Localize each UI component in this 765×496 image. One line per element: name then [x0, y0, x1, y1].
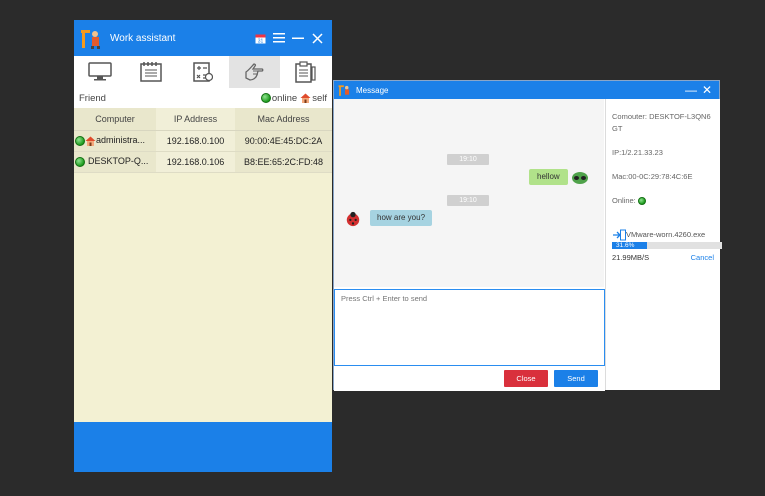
notepad-icon — [140, 62, 163, 82]
file-progress-bar: 31.6% — [612, 242, 722, 249]
online-label: online — [271, 92, 298, 104]
menu-icon[interactable] — [270, 29, 288, 47]
online-icon — [637, 197, 646, 206]
cancel-link[interactable]: Cancel — [691, 252, 714, 264]
mac-cell: 90:00:4E:45:DC:2A — [235, 130, 332, 152]
progress-fill: 31.6% — [612, 242, 647, 249]
window-title: Work assistant — [110, 32, 176, 44]
house-icon — [85, 136, 96, 146]
computer-name: DESKTOP-Q... — [88, 156, 149, 167]
house-icon — [300, 93, 311, 103]
table-row[interactable]: administra... 192.168.0.100 90:00:4E:45:… — [74, 130, 332, 152]
svg-text:31: 31 — [257, 38, 263, 44]
app-logo-icon — [81, 30, 100, 49]
self-label: self — [312, 92, 327, 104]
minimize-icon[interactable]: — — [683, 83, 699, 97]
calculator-icon — [193, 62, 213, 82]
clipboard-icon — [295, 61, 316, 83]
tool-monitor[interactable] — [74, 56, 126, 88]
ip-info: IP:1/2.21.33.23 — [612, 148, 663, 157]
hand-icon — [244, 63, 263, 81]
table-row[interactable]: DESKTOP-Q... 192.168.0.106 B8:EE:65:2C:F… — [74, 151, 332, 173]
tool-bar — [74, 56, 332, 88]
tool-hand[interactable] — [228, 56, 281, 88]
tool-calculator[interactable] — [177, 56, 229, 88]
ip-cell: 192.168.0.106 — [156, 151, 235, 173]
message-title-bar[interactable]: Message — ✕ — [334, 81, 719, 99]
online-icon — [75, 156, 85, 167]
online-info-label: Online: — [612, 196, 636, 205]
minimize-icon[interactable] — [289, 29, 307, 47]
friend-label: Friend — [79, 92, 106, 104]
mac-info: Mac:00-0C:29:78:4C:6E — [612, 172, 693, 181]
message-window: Message — ✕ 19:10 hellow 19:10 how are y… — [333, 80, 722, 391]
friend-bar: Friend online self — [74, 88, 332, 108]
alien-avatar-icon — [572, 172, 588, 184]
mac-cell: B8:EE:65:2C:FD:48 — [235, 151, 332, 173]
friend-table: Computer IP Address Mac Address administ… — [74, 108, 332, 173]
close-icon[interactable] — [308, 29, 326, 47]
online-icon — [75, 135, 85, 146]
column-computer[interactable]: Computer — [74, 108, 156, 131]
online-icon — [260, 93, 271, 103]
transfer-speed: 21.99MB/S — [612, 253, 650, 262]
button-bar: Close Send — [334, 367, 605, 391]
online-info: Online: — [612, 195, 714, 207]
table-header: Computer IP Address Mac Address — [74, 108, 332, 131]
tool-notepad[interactable] — [126, 56, 178, 88]
outgoing-message: hellow — [529, 169, 568, 185]
column-mac-address[interactable]: Mac Address — [235, 108, 332, 131]
file-transfer-icon — [613, 229, 626, 241]
computer-cell: administra... — [74, 130, 156, 152]
message-input-box[interactable] — [334, 289, 605, 366]
calendar-icon[interactable]: 31 — [251, 29, 269, 47]
file-name: VMware-worn.4260.exe — [626, 230, 706, 239]
file-transfer: VMware-worn.4260.exe 31.6% 21.99MB/S Can… — [612, 229, 722, 264]
ip-cell: 192.168.0.100 — [156, 130, 235, 152]
work-assistant-window: Work assistant 31 Friend online self Com… — [74, 20, 332, 472]
chat-area[interactable]: 19:10 hellow 19:10 how are you? — [334, 99, 604, 287]
info-panel: Comouter: DESKTOF-L3QN6GT IP:1/2.21.33.2… — [605, 99, 722, 390]
monitor-icon — [88, 62, 112, 81]
computer-name: administra... — [96, 135, 146, 146]
bottom-bar — [74, 422, 332, 472]
column-ip-address[interactable]: IP Address — [156, 108, 235, 131]
incoming-message: how are you? — [370, 210, 433, 226]
timestamp: 19:10 — [447, 154, 489, 165]
file-stats: 21.99MB/S Cancel — [612, 252, 714, 264]
computer-info: Comouter: DESKTOF-L3QN6GT — [612, 112, 711, 133]
message-input[interactable] — [335, 290, 604, 365]
computer-cell: DESKTOP-Q... — [74, 151, 156, 173]
title-bar[interactable]: Work assistant 31 — [74, 20, 332, 56]
app-logo-icon — [338, 85, 350, 96]
ladybug-avatar-icon — [346, 211, 360, 227]
close-button[interactable]: Close — [504, 370, 548, 387]
send-button[interactable]: Send — [554, 370, 598, 387]
timestamp: 19:10 — [447, 195, 489, 206]
close-icon[interactable]: ✕ — [699, 83, 715, 97]
file-row: VMware-worn.4260.exe — [612, 229, 714, 241]
message-title: Message — [356, 85, 389, 95]
tool-clipboard[interactable] — [280, 56, 332, 88]
